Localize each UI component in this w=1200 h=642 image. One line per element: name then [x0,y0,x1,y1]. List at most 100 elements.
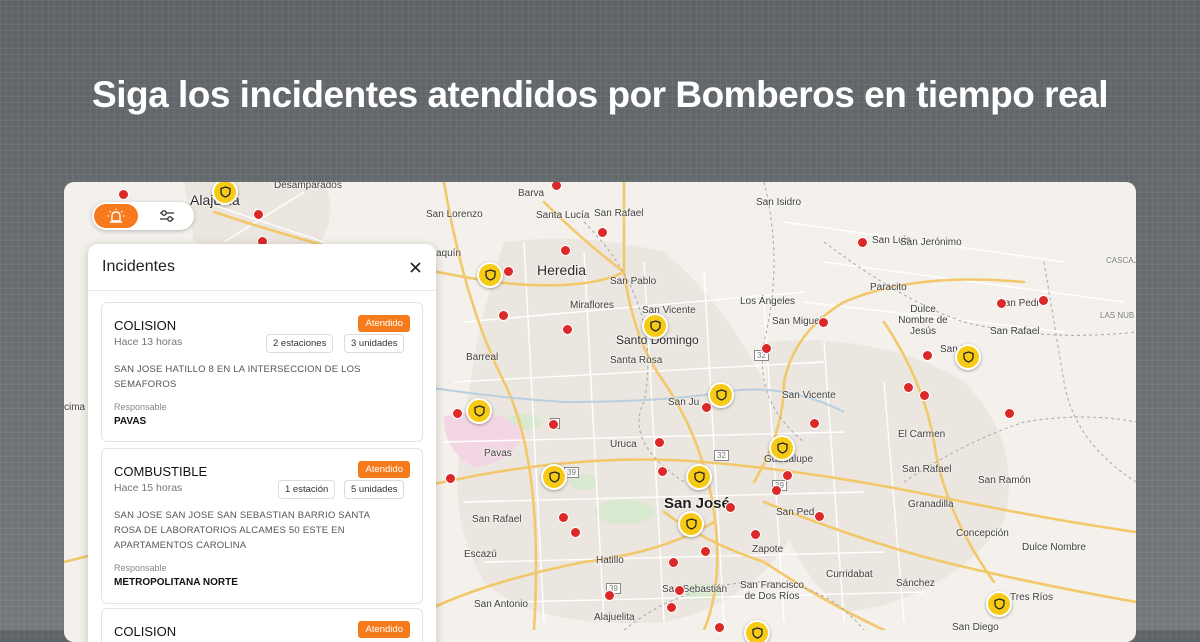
shield-icon [693,471,705,483]
place-label: San Vicente [782,390,836,401]
responsible-value: METROPOLITANA NORTE [114,577,238,588]
place-label: Paracito [870,282,907,293]
incident-dot[interactable] [657,466,668,477]
incident-dot[interactable] [996,298,1007,309]
place-label: San Rafael [990,326,1040,337]
place-label: San Sebastián [662,584,728,595]
place-label: San Pablo [610,276,657,287]
place-label: Tres Ríos [1010,592,1053,603]
incidents-toggle-button[interactable] [94,204,138,228]
shield-icon [548,471,560,483]
incident-dot[interactable] [604,590,615,601]
incident-dot[interactable] [253,209,264,220]
shield-icon [993,598,1005,610]
incident-dot[interactable] [668,557,679,568]
stations-chip: 1 estación [278,480,336,499]
station-marker[interactable] [986,591,1012,617]
incident-dot[interactable] [809,418,820,429]
shield-icon [751,627,763,639]
station-marker[interactable] [541,464,567,490]
incident-dot[interactable] [903,382,914,393]
incidents-panel: Incidentes COLISION Atendido Hace 13 hor… [88,244,436,642]
incident-dot[interactable] [654,437,665,448]
place-label: Santa Rosa [610,355,663,366]
filters-button[interactable] [144,204,190,228]
place-label: San Ped [776,507,815,518]
incident-dot[interactable] [1004,408,1015,419]
place-label: San Lorenzo [426,209,483,220]
place-label: cima [64,402,86,413]
place-label: Alajuelita [594,612,635,623]
place-label: Uruca [610,439,637,450]
siren-icon [107,208,125,223]
place-label: aquín [436,248,462,259]
incident-dot[interactable] [761,343,772,354]
incident-dot[interactable] [714,622,725,633]
station-marker[interactable] [708,382,734,408]
incident-dot[interactable] [548,419,559,430]
incident-dot[interactable] [857,237,868,248]
close-button[interactable] [406,258,424,276]
station-marker[interactable] [955,344,981,370]
station-marker[interactable] [744,620,770,642]
panel-title: Incidentes [102,258,175,275]
place-label: San Miguel [772,316,823,327]
station-marker[interactable] [466,398,492,424]
incident-card[interactable]: COMBUSTIBLE Atendido Hace 15 horas 1 est… [101,448,423,604]
place-label: El Carmen [898,429,946,440]
incident-dot[interactable] [570,527,581,538]
incident-dot[interactable] [498,310,509,321]
station-marker[interactable] [642,313,668,339]
shield-icon [962,351,974,363]
shield-icon [685,518,697,530]
incident-dot[interactable] [1038,295,1049,306]
incident-dot[interactable] [674,585,685,596]
incident-address: SAN JOSE SAN JOSE SAN SEBASTIAN BARRIO S… [114,510,370,551]
place-label: San Antonio [474,599,528,610]
units-chip: 5 unidades [344,480,405,499]
place-label: LAS NUB [1100,311,1135,320]
incident-dot[interactable] [597,227,608,238]
place-label: Dulce Nombre [1022,542,1086,553]
incident-dot[interactable] [919,390,930,401]
incident-dot[interactable] [445,473,456,484]
place-label: Barva [518,188,545,199]
incident-dot[interactable] [503,266,514,277]
incident-dot[interactable] [922,350,933,361]
incident-dot[interactable] [560,245,571,256]
incident-dot[interactable] [771,485,782,496]
shield-icon [715,389,727,401]
incident-dot[interactable] [118,189,129,200]
incident-dot[interactable] [700,546,711,557]
incident-card[interactable]: COLISION Atendido Hace 13 horas 2 estaci… [101,302,423,442]
place-label: Escazú [464,549,497,560]
incident-card[interactable]: COLISION Atendido [101,608,423,642]
station-marker[interactable] [769,435,795,461]
incident-map[interactable]: Alajuela Desamparados Barva San Lorenzo … [64,182,1136,642]
incident-type: COLISION [114,318,177,333]
station-marker[interactable] [477,262,503,288]
sliders-icon [160,210,174,222]
station-marker[interactable] [678,511,704,537]
place-label: Miraflores [570,300,614,311]
incident-dot[interactable] [452,408,463,419]
incident-dot[interactable] [725,502,736,513]
incident-dot[interactable] [818,317,829,328]
place-label: San Ju [668,397,700,408]
place-label: Heredia [537,262,587,278]
incident-type: COMBUSTIBLE [114,464,208,479]
incident-dot[interactable] [558,512,569,523]
incident-dot[interactable] [782,470,793,481]
shield-icon [776,442,788,454]
incident-dot[interactable] [750,529,761,540]
station-marker[interactable] [686,464,712,490]
place-label: San José [664,495,730,512]
incident-dot[interactable] [666,602,677,613]
incident-dot[interactable] [562,324,573,335]
shield-icon [473,405,485,417]
place-label: Santa Lucía [536,210,590,221]
responsible-label: Responsable [114,402,167,412]
close-icon [409,261,421,273]
incident-dot[interactable] [814,511,825,522]
page-headline: Siga los incidentes atendidos por Bomber… [92,74,1108,115]
